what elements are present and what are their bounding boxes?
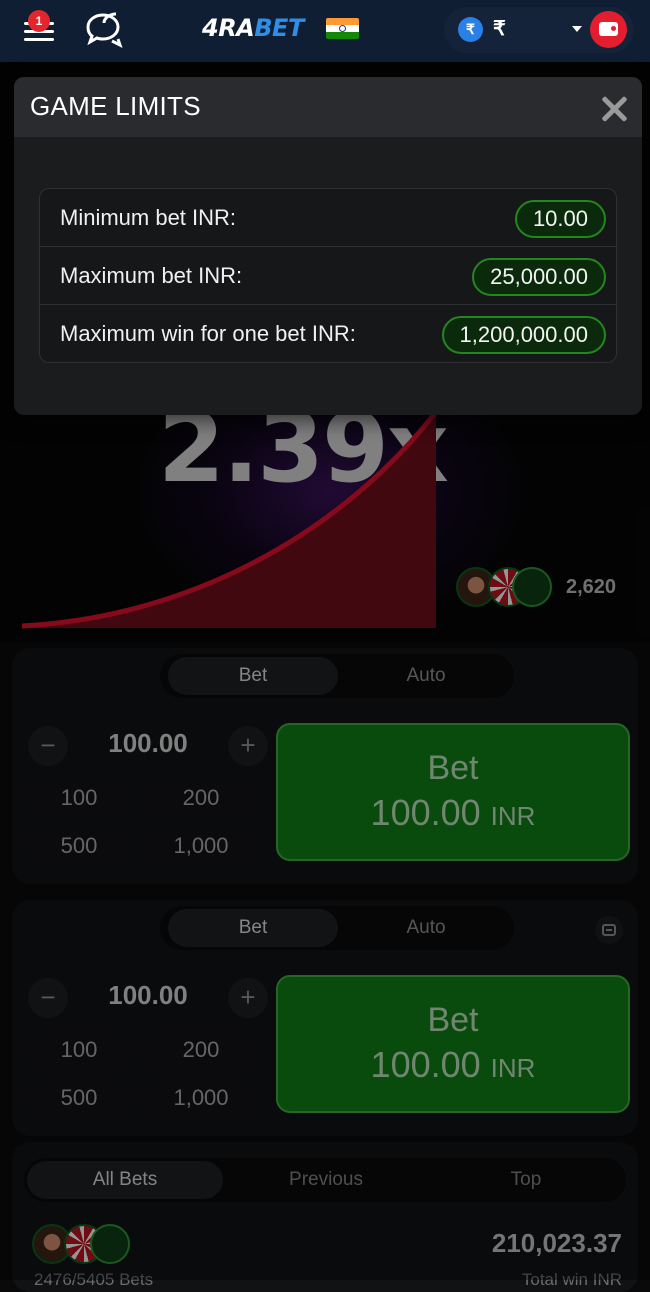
top-bar: 1 4RABET ₹ ₹ [0, 0, 650, 62]
rupee-coin-icon: ₹ [458, 17, 483, 42]
limit-label: Minimum bet INR: [60, 205, 237, 230]
limit-row: Minimum bet INR: 10.00 [40, 189, 616, 247]
limit-label: Maximum win for one bet INR: [60, 321, 356, 346]
limit-row: Maximum win for one bet INR: 1,200,000.0… [40, 305, 616, 363]
wallet-icon[interactable] [590, 11, 627, 48]
india-flag-icon [326, 18, 359, 39]
chevron-down-icon[interactable] [572, 26, 582, 32]
limit-value: 10.00 [514, 200, 606, 238]
brand-logo[interactable]: 4RABET [202, 14, 304, 42]
balance-currency: ₹ [493, 18, 506, 40]
limits-table: Minimum bet INR: 10.00 Maximum bet INR: … [39, 188, 617, 363]
limit-value: 1,200,000.00 [441, 316, 606, 354]
limit-value: 25,000.00 [472, 258, 606, 296]
notification-badge: 1 [28, 10, 50, 32]
limit-label: Maximum bet INR: [60, 263, 243, 288]
chat-icon[interactable] [82, 10, 128, 48]
modal-header: GAME LIMITS [14, 77, 642, 137]
modal-title: GAME LIMITS [30, 91, 201, 121]
game-limits-modal: GAME LIMITS Minimum bet INR: 10.00 Maxim… [14, 77, 642, 415]
menu-icon[interactable]: 1 [22, 10, 56, 42]
close-icon[interactable] [600, 95, 628, 123]
limit-row: Maximum bet INR: 25,000.00 [40, 247, 616, 305]
